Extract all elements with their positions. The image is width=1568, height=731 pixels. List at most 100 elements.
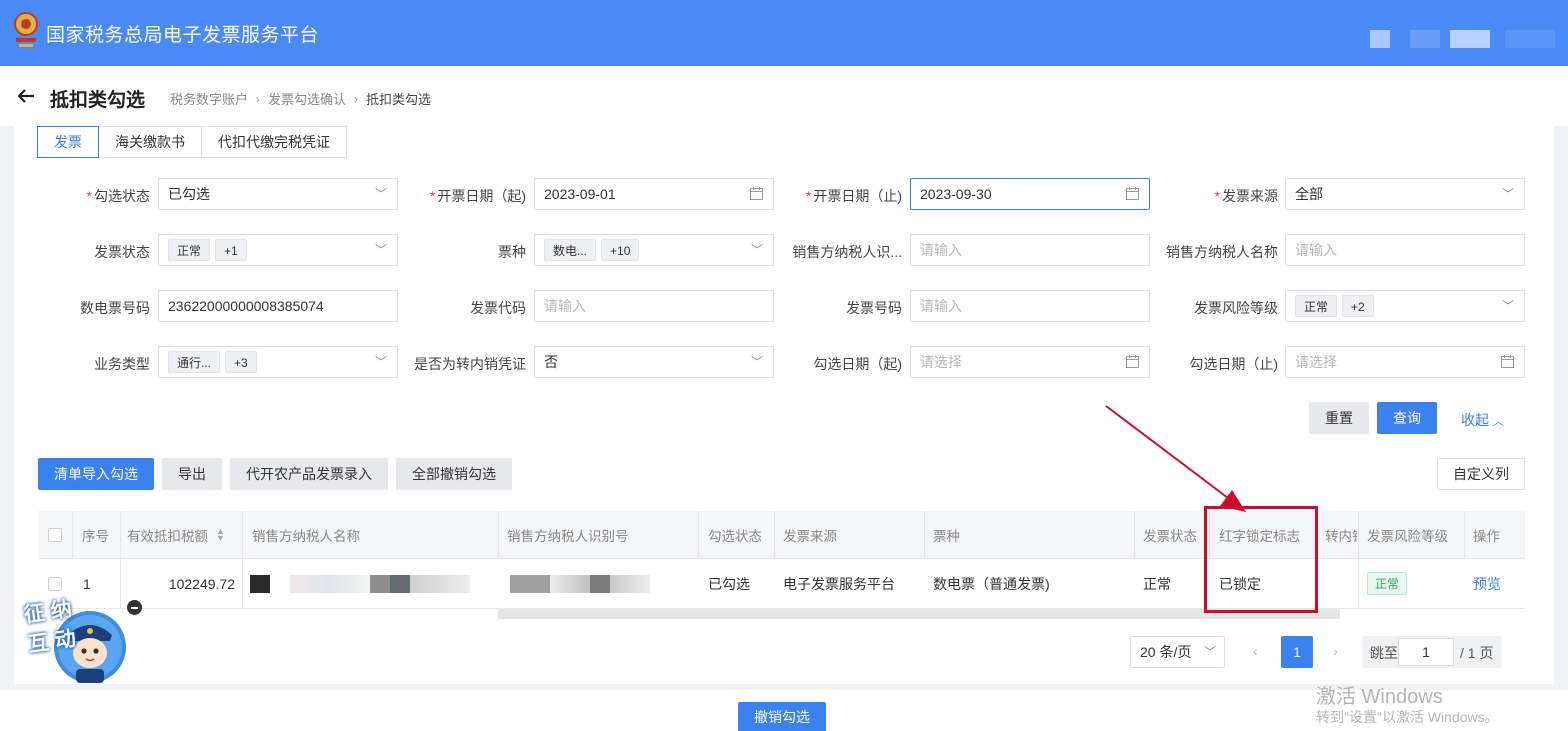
row [510,575,550,593]
col-divider [1316,511,1317,558]
row-checkbox[interactable] [48,576,62,591]
row [590,575,610,593]
col-divider [498,511,499,558]
col-tax-amount[interactable]: 有效抵扣税额 ▲ ▼ [127,511,237,558]
page-size-select[interactable]: 20 条/页 ﹀ [1130,636,1225,668]
seller-tax-id-input[interactable]: 请输入 [910,234,1150,266]
breadcrumb-current: 抵扣类勾选 [366,92,432,107]
breadcrumb-item[interactable]: 发票勾选确认 [268,89,346,108]
risk-level-select[interactable]: 正常 +2 ﹀ [1285,290,1525,322]
page-header: 抵扣类勾选 税务数字账户 › 发票勾选确认 › 抵扣类勾选 [0,66,1568,126]
row-status: 正常 [1143,575,1171,592]
chevron-right-icon: › [354,91,359,106]
sort-icon[interactable]: ▲ ▼ [216,526,225,542]
col-risk-level: 发票风险等级 [1367,528,1448,544]
calendar-icon [1501,355,1514,368]
business-type-label: 业务类型 [94,356,150,372]
platform-title: 国家税务总局电子发票服务平台 [46,25,320,46]
status-tag: 正常 [168,239,211,262]
seller-name-label: 销售方纳税人名称 [1166,244,1278,260]
invoice-code-input[interactable]: 请输入 [534,290,774,322]
transfer-out-select[interactable]: 否 ﹀ [534,346,774,378]
chevron-up-icon: ︿ [1492,416,1504,428]
invoice-number-input[interactable]: 请输入 [910,290,1150,322]
prev-page-icon[interactable]: ‹ [1253,643,1258,659]
back-arrow-icon[interactable] [16,86,36,106]
col-red-lock: 红字锁定标志 [1219,528,1300,544]
row-ticket-type: 数电票（普通发票) [933,575,1050,592]
col-divider [120,511,121,558]
horizontal-scrollbar[interactable] [498,609,1340,619]
col-divider [242,511,243,558]
check-status-label: * 勾选状态 [86,188,150,204]
col-divider [924,511,925,558]
page-number-current[interactable]: 1 [1281,636,1313,668]
chevron-down-icon: ﹀ [1203,645,1216,659]
minimize-icon[interactable] [127,600,142,615]
export-button[interactable]: 导出 [162,458,222,490]
more-tag: +3 [225,351,257,374]
check-date-start-picker[interactable]: 请选择 [910,346,1150,378]
digital-number-label: 数电票号码 [80,300,150,316]
cancel-check-button[interactable]: 撤销勾选 [738,702,826,731]
invoice-code-label: 发票代码 [470,300,526,316]
table-row: 1 102249.72 已勾选 电子发票服务平台 数电票（普通发票) 正常 已锁… [38,559,1525,609]
seller-name-input[interactable]: 请输入 [1285,234,1525,266]
tab-customs[interactable]: 海关缴款书 [98,126,202,158]
invoice-status-select[interactable]: 正常 +1 ﹀ [158,234,398,266]
windows-watermark-subtitle: 转到"设置"以激活 Windows。 [1316,709,1499,725]
col-status: 发票状态 [1143,528,1197,544]
row [410,575,470,593]
import-check-button[interactable]: 清单导入勾选 [38,458,154,490]
assistant-mascot[interactable]: 征纳互动 [23,593,130,693]
page-jump: 跳至 1 / 1 页 [1362,636,1502,668]
check-date-start-label: 勾选日期（起) [813,356,902,372]
issue-date-end-label: * 开票日期（止) [805,188,902,204]
tab-withholding[interactable]: 代扣代缴完税凭证 [201,126,347,158]
select-all-cell [48,511,68,558]
preview-link[interactable]: 预览 [1473,574,1501,594]
row-source: 电子发票服务平台 [783,575,895,592]
col-divider [242,559,243,608]
windows-watermark-title: 激活 Windows [1316,686,1443,708]
breadcrumb-item[interactable]: 税务数字账户 [170,89,248,108]
collapse-label: 收起 [1461,412,1489,428]
user-area-blurred [1410,30,1440,48]
col-divider [72,511,73,558]
col-divider [1358,511,1359,558]
col-seller-tax-id: 销售方纳税人识别号 [507,528,629,544]
custom-columns-button[interactable]: 自定义列 [1437,458,1525,490]
tab-invoice[interactable]: 发票 [37,126,99,158]
col-divider [1134,511,1135,558]
row [610,575,650,593]
col-index: 序号 [82,528,109,544]
cancel-all-button[interactable]: 全部撤销勾选 [396,458,512,490]
row-action: 预览 [1473,559,1513,608]
business-type-select[interactable]: 通行... +3 ﹀ [158,346,398,378]
jump-input[interactable]: 1 [1398,638,1454,666]
chevron-right-icon: › [256,91,261,106]
col-divider [1464,511,1465,558]
query-button[interactable]: 查询 [1377,402,1437,434]
agri-entry-button[interactable]: 代开农产品发票录入 [230,458,388,490]
select-all-checkbox[interactable] [48,527,62,542]
col-tax-amount-label: 有效抵扣税额 [127,528,208,544]
next-page-icon[interactable]: › [1333,643,1338,659]
reset-button[interactable]: 重置 [1309,402,1369,434]
check-date-end-picker[interactable]: 请选择 [1285,346,1525,378]
col-action: 操作 [1473,528,1500,544]
user-area-blurred[interactable] [1370,30,1390,48]
more-tag: +10 [601,239,640,262]
tax-emblem-icon [14,12,38,47]
user-area-blurred [1450,30,1490,48]
ticket-type-select[interactable]: 数电... +10 ﹀ [534,234,774,266]
digital-number-input[interactable]: 23622000000008385074 [158,290,398,322]
col-source: 发票来源 [783,528,837,544]
jump-label: 跳至 [1370,645,1398,661]
issue-date-start-label: * 开票日期（起) [429,188,526,204]
check-status-select[interactable]: 已勾选 ﹀ [158,178,398,210]
collapse-link[interactable]: 收起 ︿ [1461,410,1504,430]
issue-date-start-picker[interactable]: 2023-09-01 [534,178,774,210]
issue-date-end-picker[interactable]: 2023-09-30 [910,178,1150,210]
invoice-source-select[interactable]: 全部 ﹀ [1285,178,1525,210]
